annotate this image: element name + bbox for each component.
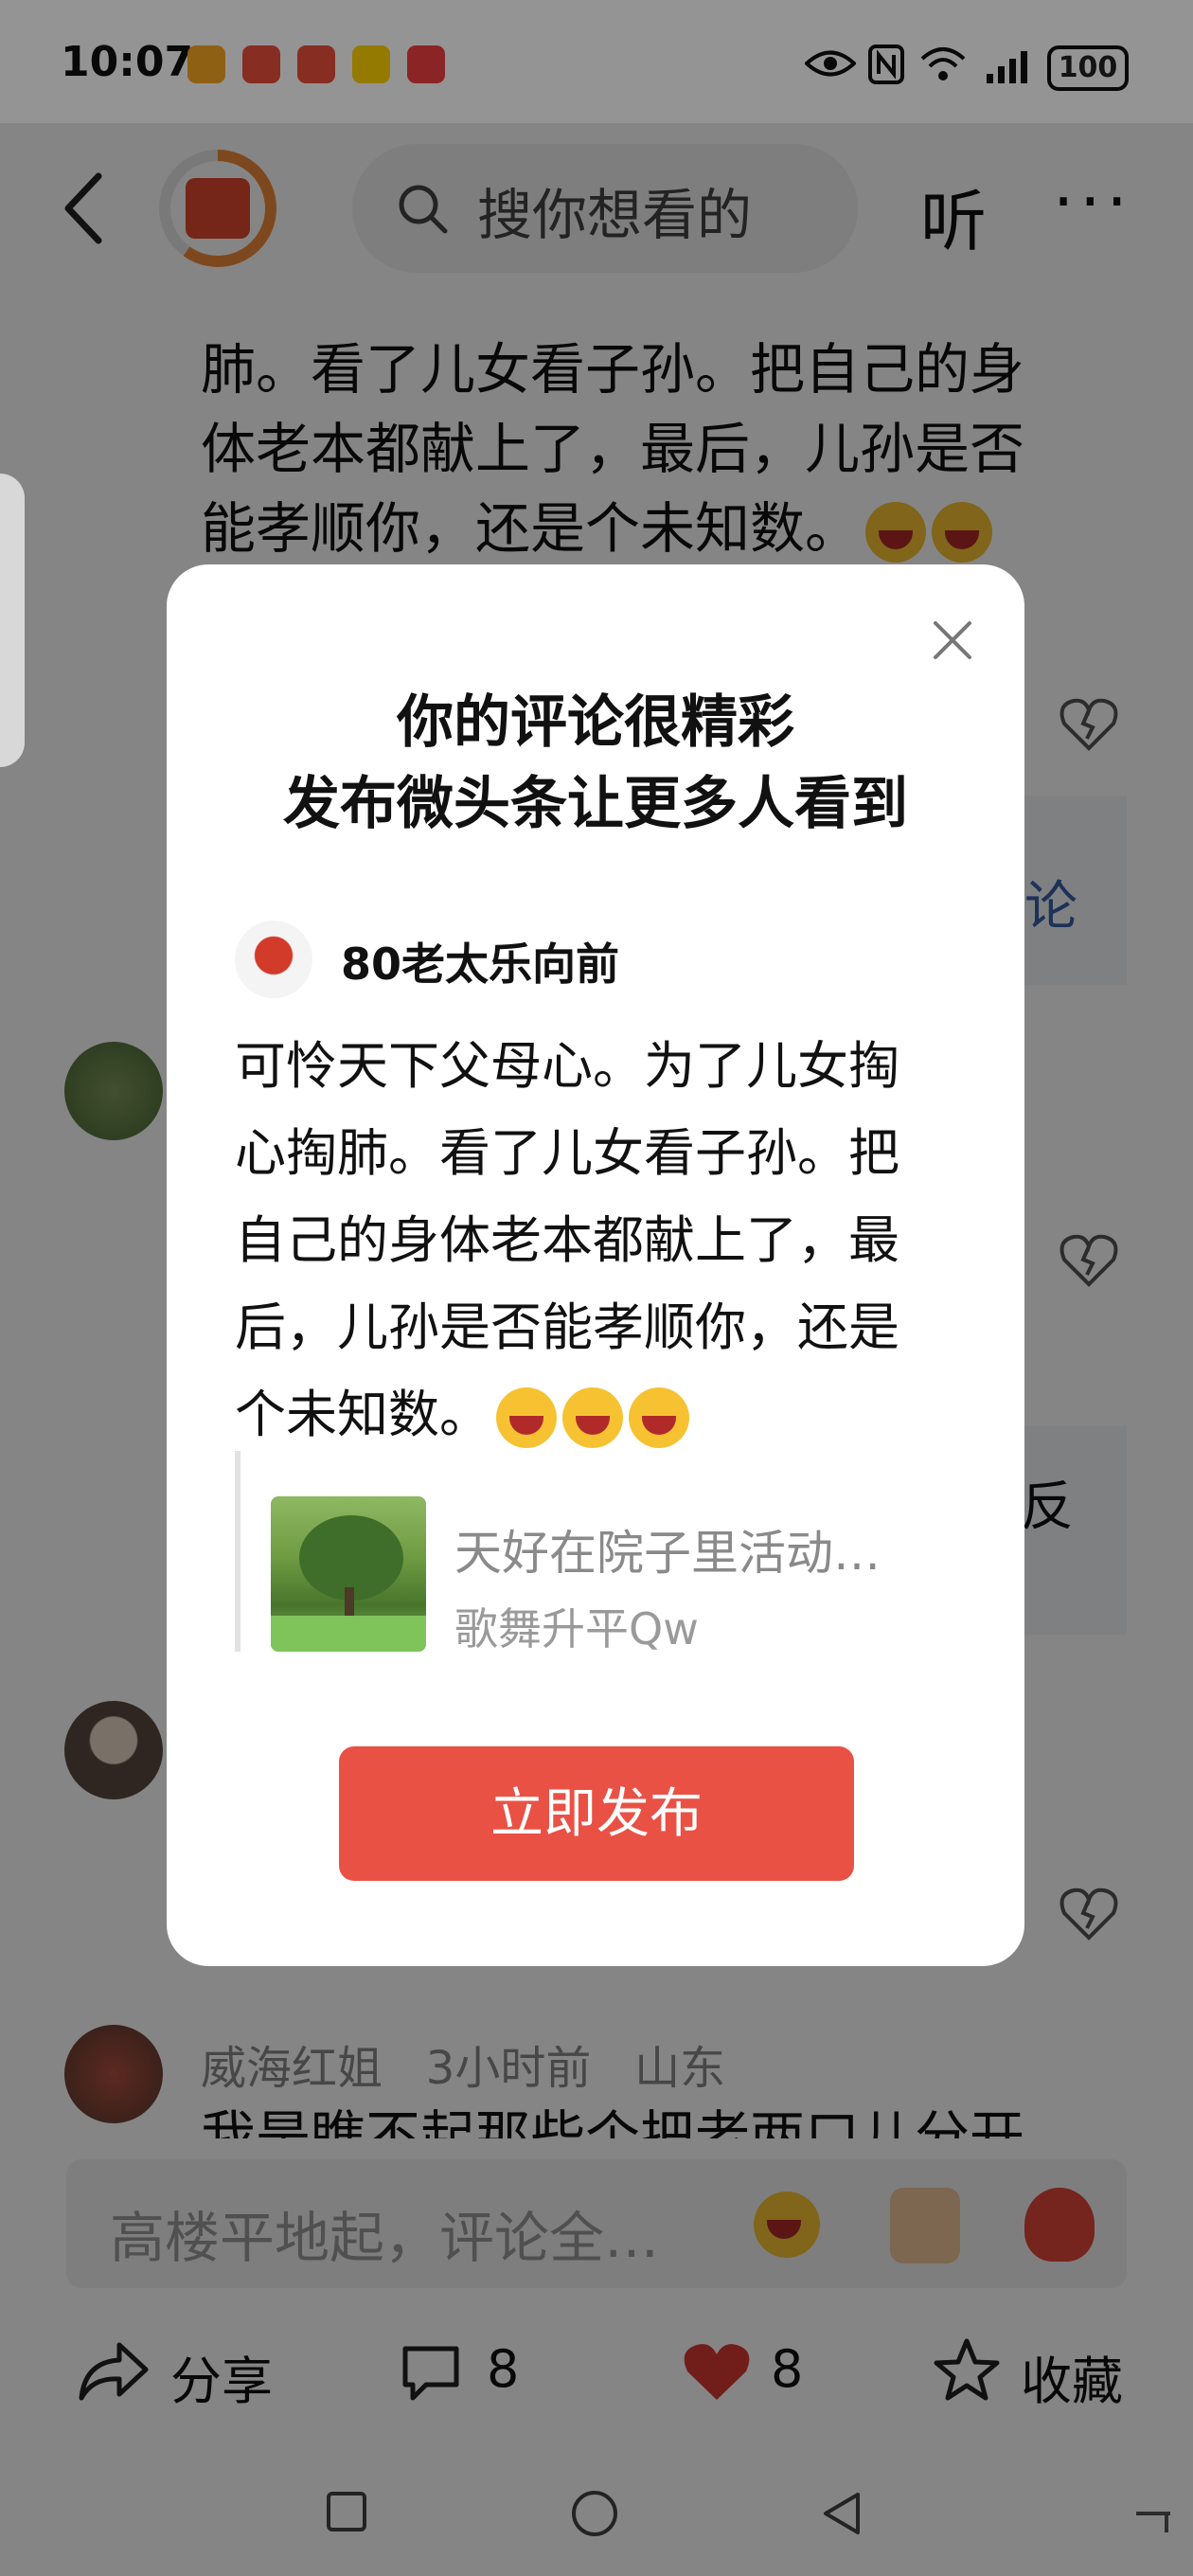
- post-content: 可怜天下父母心。为了儿女掏 心掏肺。看了儿女看子孙。把 自己的身体老本都献上了，…: [235, 1023, 964, 1458]
- side-drawer-handle[interactable]: [0, 474, 25, 767]
- publish-now-button[interactable]: 立即发布: [339, 1746, 854, 1881]
- post-line: 可怜天下父母心。为了儿女掏: [235, 1036, 899, 1096]
- status-dim: [0, 0, 1193, 123]
- quote-divider: [235, 1451, 240, 1652]
- quoted-article-title: 天好在院子里活动…: [454, 1526, 881, 1581]
- dialog-subtitle: 发布微头条让更多人看到: [283, 771, 908, 837]
- post-line: 后，儿孙是否能孝顺你，还是: [235, 1297, 899, 1357]
- dialog-title: 你的评论很精彩: [397, 689, 794, 756]
- user-name: 80老太乐向前: [341, 939, 620, 990]
- laughing-crying-emoji-icon: [629, 1387, 689, 1449]
- post-line: 个未知数。: [235, 1371, 964, 1458]
- close-icon[interactable]: [926, 614, 979, 667]
- post-line: 自己的身体老本都献上了，最: [235, 1210, 899, 1270]
- laughing-crying-emoji-icon: [562, 1387, 623, 1449]
- post-line: 心掏肺。看了儿女看子孙。把: [235, 1123, 899, 1183]
- laughing-crying-emoji-icon: [496, 1387, 557, 1449]
- user-avatar: [235, 921, 312, 998]
- quoted-article-author: 歌舞升平Qw: [454, 1603, 699, 1655]
- quoted-article-thumbnail: [271, 1496, 426, 1652]
